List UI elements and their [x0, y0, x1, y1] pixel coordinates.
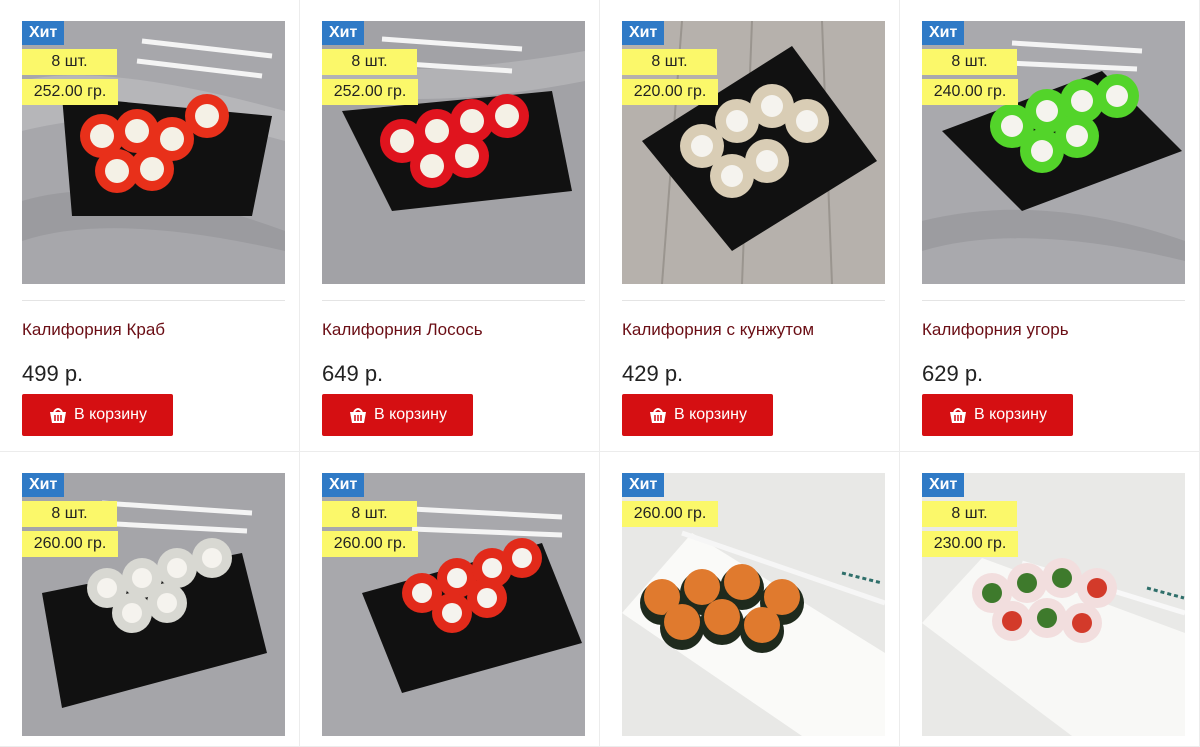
add-to-cart-button[interactable]: В корзину	[322, 394, 473, 436]
weight-badge: 252.00 гр.	[322, 79, 418, 105]
product-photo[interactable]: Хит 260.00 гр.	[622, 473, 885, 736]
quantity-badge: 8 шт.	[922, 501, 1017, 527]
weight-badge: 220.00 гр.	[622, 79, 718, 105]
product-price: 629 р.	[922, 361, 984, 386]
product-photo[interactable]: Хит 8 шт. 230.00 гр.	[922, 473, 1185, 736]
product-name[interactable]: Калифорния с кунжутом	[622, 320, 814, 340]
basket-icon	[648, 406, 668, 424]
basket-icon	[48, 406, 68, 424]
quantity-badge: 8 шт.	[22, 501, 117, 527]
product-photo[interactable]: Хит 8 шт. 260.00 гр.	[22, 473, 285, 736]
weight-badge: 260.00 гр.	[322, 531, 418, 557]
hit-badge: Хит	[622, 21, 665, 45]
product-card: Хит 8 шт. 252.00 гр. Калифорния Краб 499…	[0, 0, 300, 452]
hit-badge: Хит	[322, 473, 365, 497]
hit-badge: Хит	[22, 473, 65, 497]
divider	[322, 300, 585, 301]
product-photo[interactable]: Хит 8 шт. 240.00 гр.	[922, 21, 1185, 284]
product-card: Хит 8 шт. 260.00 гр.	[300, 452, 600, 747]
add-to-cart-label: В корзину	[373, 406, 448, 423]
hit-badge: Хит	[622, 473, 665, 497]
product-photo[interactable]: Хит 8 шт. 260.00 гр.	[322, 473, 585, 736]
hit-badge: Хит	[22, 21, 65, 45]
product-name[interactable]: Калифорния угорь	[922, 320, 1069, 340]
product-photo[interactable]: Хит 8 шт. 252.00 гр.	[22, 21, 285, 284]
add-to-cart-button[interactable]: В корзину	[922, 394, 1073, 436]
quantity-badge: 8 шт.	[322, 49, 417, 75]
quantity-badge: 8 шт.	[622, 49, 717, 75]
weight-badge: 252.00 гр.	[22, 79, 118, 105]
hit-badge: Хит	[922, 473, 965, 497]
product-name[interactable]: Калифорния Краб	[22, 320, 165, 340]
product-card: Хит 8 шт. 220.00 гр. Калифорния с кунжут…	[600, 0, 900, 452]
product-price: 649 р.	[322, 361, 384, 386]
divider	[622, 300, 885, 301]
product-name[interactable]: Калифорния Лосось	[322, 320, 483, 340]
product-card: Хит 8 шт. 240.00 гр. Калифорния угорь 62…	[900, 0, 1200, 452]
add-to-cart-button[interactable]: В корзину	[22, 394, 173, 436]
weight-badge: 260.00 гр.	[22, 531, 118, 557]
basket-icon	[948, 406, 968, 424]
product-grid: Хит 8 шт. 252.00 гр. Калифорния Краб 499…	[0, 0, 1200, 747]
product-price: 499 р.	[22, 361, 84, 386]
product-card: Хит 8 шт. 230.00 гр.	[900, 452, 1200, 747]
add-to-cart-label: В корзину	[673, 406, 748, 423]
product-photo[interactable]: Хит 8 шт. 252.00 гр.	[322, 21, 585, 284]
hit-badge: Хит	[922, 21, 965, 45]
product-card: Хит 8 шт. 252.00 гр. Калифорния Лосось 6…	[300, 0, 600, 452]
product-card: Хит 260.00 гр.	[600, 452, 900, 747]
add-to-cart-button[interactable]: В корзину	[622, 394, 773, 436]
divider	[922, 300, 1185, 301]
weight-badge: 230.00 гр.	[922, 531, 1018, 557]
quantity-badge: 8 шт.	[922, 49, 1017, 75]
product-card: Хит 8 шт. 260.00 гр.	[0, 452, 300, 747]
basket-icon	[348, 406, 368, 424]
add-to-cart-label: В корзину	[973, 406, 1048, 423]
weight-badge: 260.00 гр.	[622, 501, 718, 527]
divider	[22, 300, 285, 301]
hit-badge: Хит	[322, 21, 365, 45]
add-to-cart-label: В корзину	[73, 406, 148, 423]
quantity-badge: 8 шт.	[322, 501, 417, 527]
weight-badge: 240.00 гр.	[922, 79, 1018, 105]
quantity-badge: 8 шт.	[22, 49, 117, 75]
product-photo[interactable]: Хит 8 шт. 220.00 гр.	[622, 21, 885, 284]
product-price: 429 р.	[622, 361, 684, 386]
